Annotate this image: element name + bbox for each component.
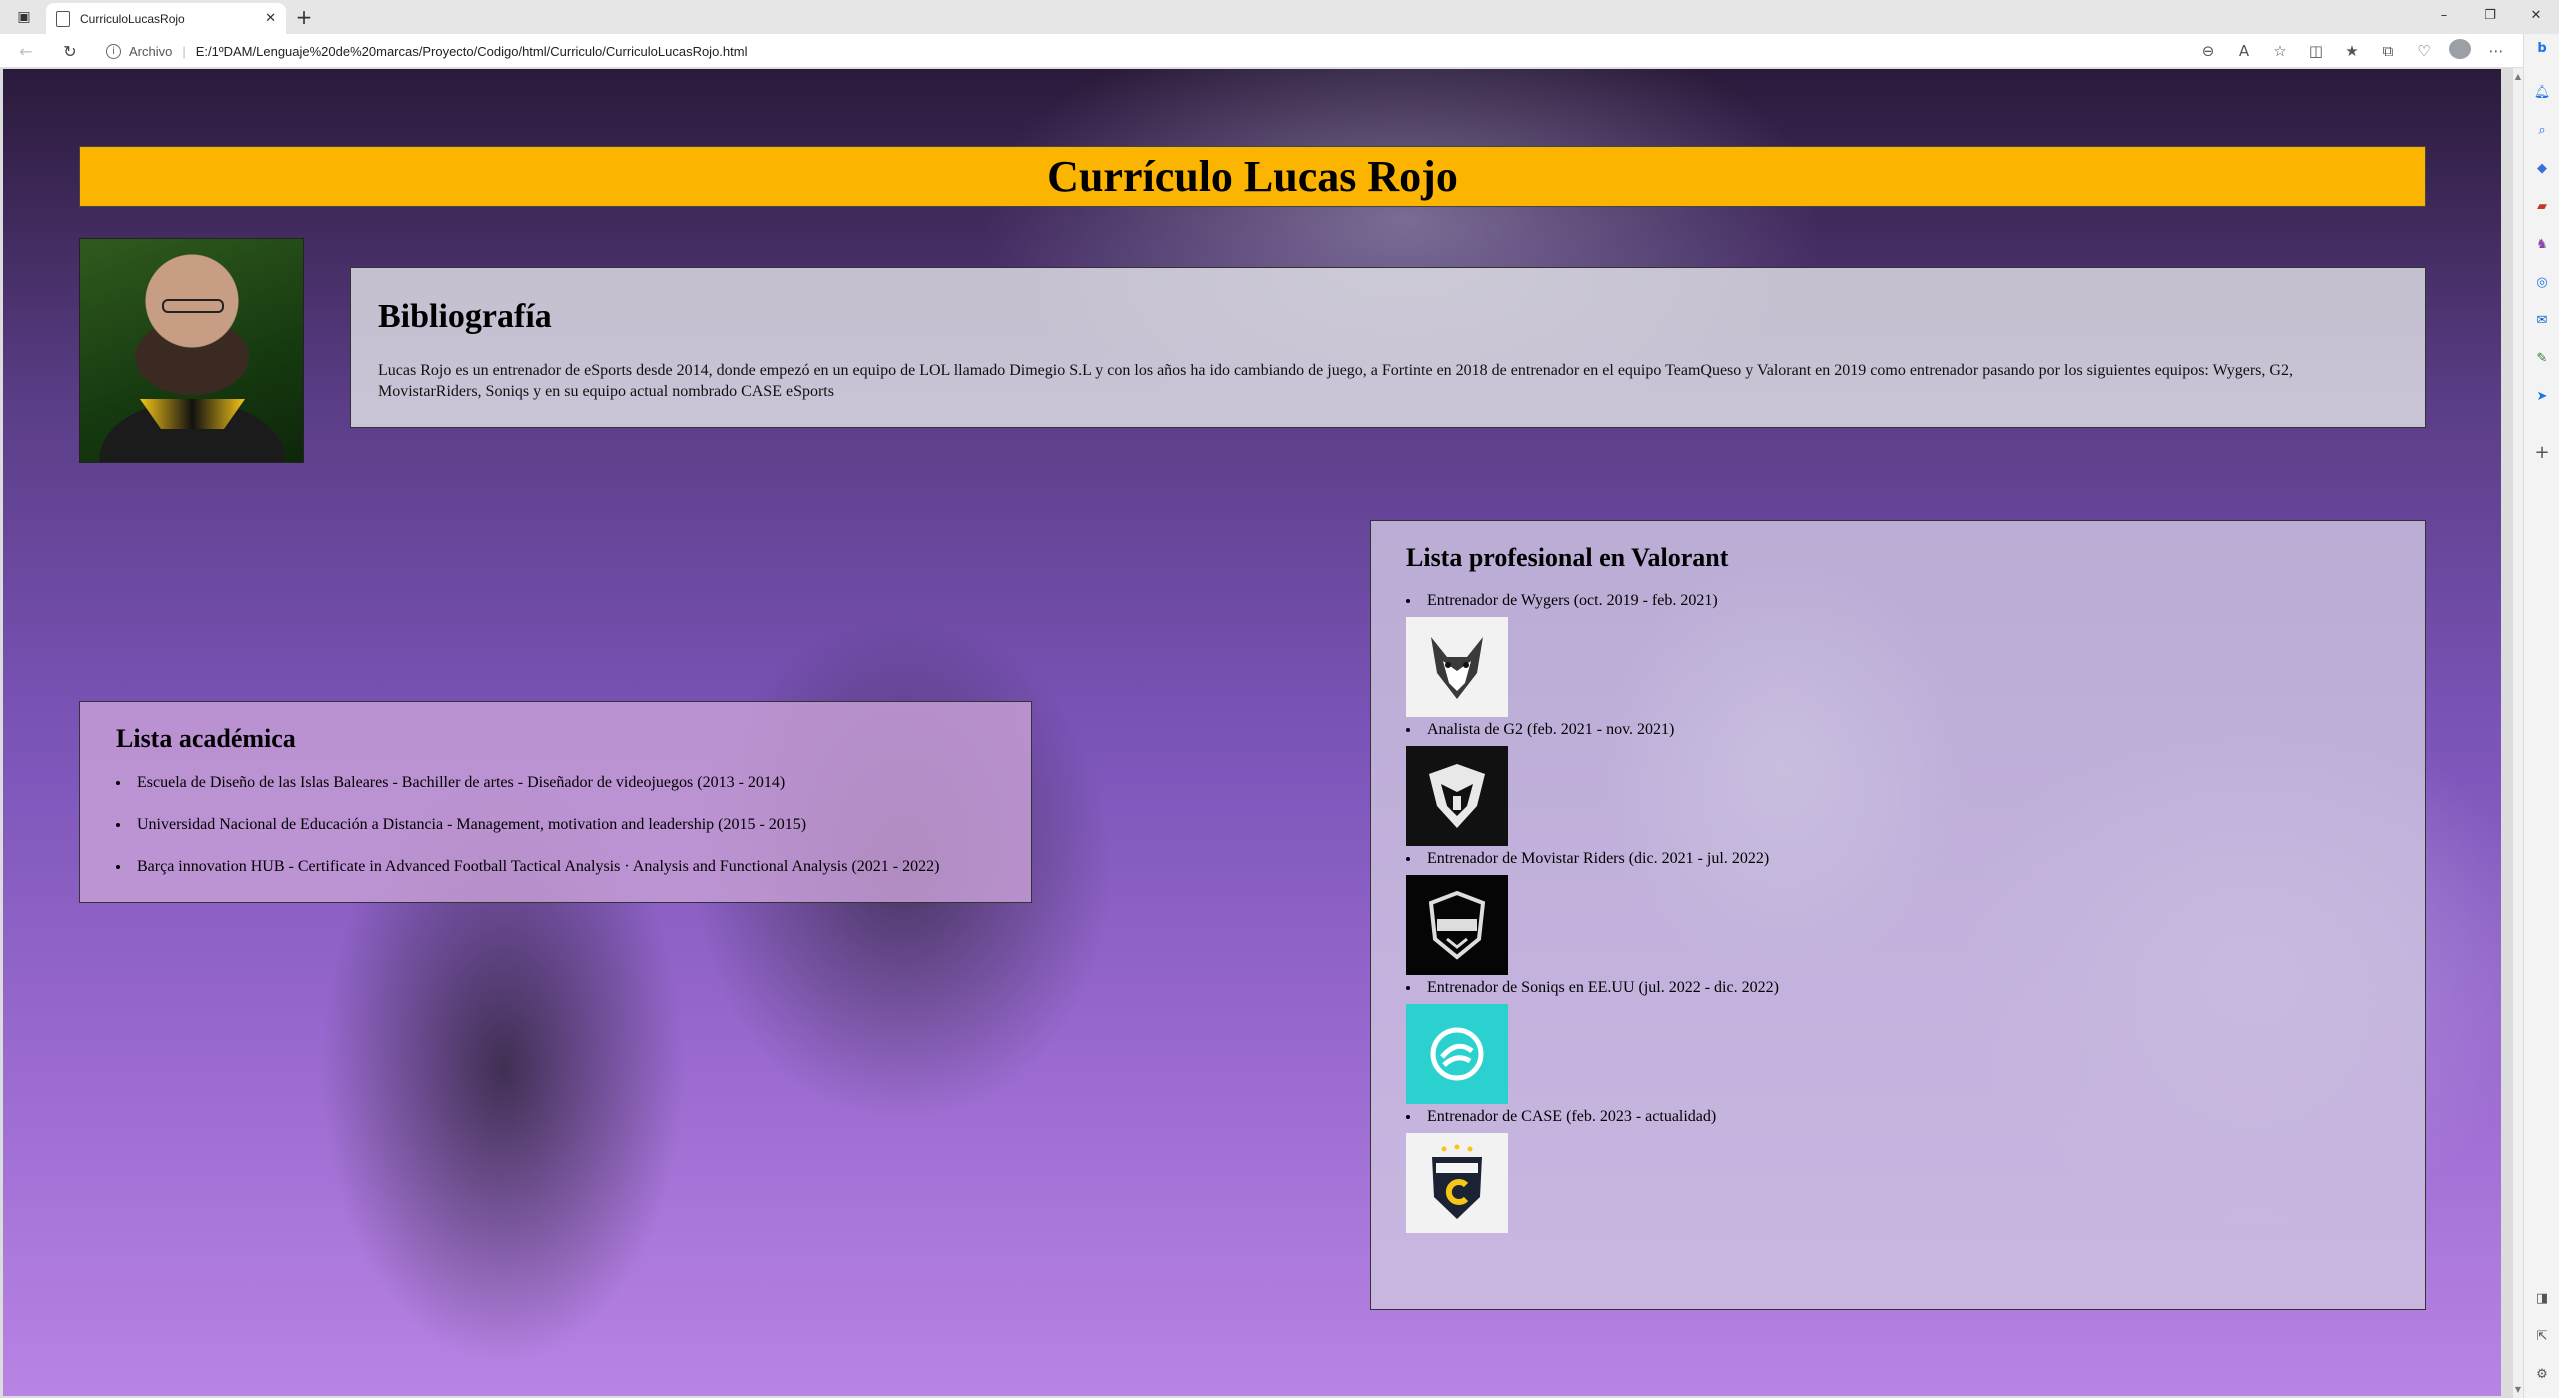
more-options-icon[interactable]: ⋯: [2485, 42, 2507, 60]
zoom-icon[interactable]: ⊖: [2197, 42, 2219, 60]
riders-shield-icon: [1428, 890, 1486, 960]
profile-avatar-icon[interactable]: [2449, 39, 2471, 63]
browser-tab-bar: ▣ CurriculoLucasRojo ✕ + – ❐ ✕: [0, 0, 2559, 34]
academic-list: Escuela de Diseño de las Islas Baleares …: [116, 772, 995, 877]
professional-item-text: Analista de G2 (feb. 2021 - nov. 2021): [1427, 721, 1675, 738]
restore-icon[interactable]: ❐: [2467, 0, 2513, 30]
academic-item: Barça innovation HUB - Certificate in Ad…: [116, 856, 995, 877]
browser-tab[interactable]: CurriculoLucasRojo ✕: [46, 3, 286, 34]
minimize-icon[interactable]: –: [2421, 0, 2467, 30]
professional-item: Entrenador de CASE (feb. 2023 - actualid…: [1406, 1107, 2390, 1233]
profile-photo: [79, 238, 304, 463]
professional-heading: Lista profesional en Valorant: [1406, 543, 1729, 572]
games-icon[interactable]: ♞: [2532, 234, 2552, 254]
jersey-collar-shape: [140, 399, 245, 429]
page-header: Currículo Lucas Rojo: [79, 146, 2426, 207]
professional-item: Entrenador de Soniqs en EE.UU (jul. 2022…: [1406, 978, 2390, 1104]
collections-icon[interactable]: ⧉: [2377, 42, 2399, 60]
read-aloud-icon[interactable]: A: [2233, 42, 2255, 60]
address-bar-actions: ⊖ A ☆ ◫ ★ ⧉ ♡ ⋯: [2197, 39, 2507, 63]
tab-title: CurriculoLucasRojo: [80, 11, 185, 26]
add-sidebar-app-icon[interactable]: +: [2532, 442, 2552, 463]
samurai-icon: [1429, 764, 1485, 828]
professional-section: Lista profesional en Valorant Entrenador…: [1370, 520, 2426, 1310]
new-tab-icon[interactable]: +: [292, 5, 316, 29]
professional-item-text: Entrenador de Soniqs en EE.UU (jul. 2022…: [1427, 979, 1779, 996]
page-favicon-icon: [56, 10, 70, 27]
drop-icon[interactable]: ➤: [2532, 386, 2552, 406]
professional-list: Entrenador de Wygers (oct. 2019 - feb. 2…: [1406, 591, 2390, 1233]
wolf-icon: [1431, 637, 1483, 699]
case-shield-icon: [1432, 1144, 1482, 1219]
back-icon[interactable]: ←: [14, 40, 38, 62]
professional-item: Analista de G2 (feb. 2021 - nov. 2021): [1406, 720, 2390, 846]
browser-essentials-icon[interactable]: ♡: [2413, 42, 2435, 60]
professional-item-text: Entrenador de CASE (feb. 2023 - actualid…: [1427, 1108, 1717, 1125]
window-controls: – ❐ ✕: [2421, 0, 2559, 34]
scroll-up-icon[interactable]: ▲: [2514, 72, 2522, 81]
url-scheme-label: Archivo: [129, 43, 173, 59]
tab-actions-icon[interactable]: ▣: [8, 6, 40, 28]
hide-sidebar-icon[interactable]: ◨: [2532, 1288, 2552, 1308]
edge-sidebar: b 🔔︎ ⌕ ◆ ▰ ♞ ◎ ✉ ✎ ➤ + ◨ ⇱ ⚙: [2523, 34, 2559, 1398]
academic-section: Lista académica Escuela de Diseño de las…: [79, 701, 1032, 903]
case-esports-logo: [1406, 1133, 1508, 1233]
close-window-icon[interactable]: ✕: [2513, 0, 2559, 30]
tools-icon[interactable]: ▰: [2532, 196, 2552, 216]
reload-icon[interactable]: ↻: [58, 40, 82, 62]
academic-heading: Lista académica: [116, 724, 296, 753]
wygers-logo: [1406, 617, 1508, 717]
external-link-icon[interactable]: ⇱: [2532, 1326, 2552, 1346]
office-icon[interactable]: ◎: [2532, 272, 2552, 292]
notifications-icon[interactable]: 🔔︎: [2532, 82, 2552, 102]
page-title: Currículo Lucas Rojo: [1047, 152, 1458, 201]
tab-close-icon[interactable]: ✕: [265, 11, 276, 26]
copilot-icon[interactable]: b: [2532, 38, 2552, 58]
page-viewport: Currículo Lucas Rojo Bibliografía Lucas …: [3, 69, 2501, 1396]
g2-logo: [1406, 746, 1508, 846]
professional-item: Entrenador de Movistar Riders (dic. 2021…: [1406, 849, 2390, 975]
favorite-star-icon[interactable]: ☆: [2269, 42, 2291, 60]
search-icon[interactable]: ⌕: [2532, 120, 2552, 140]
address-bar: ← ↻ i Archivo | E:/1ºDAM/Lenguaje%20de%2…: [0, 34, 2559, 68]
sidebar-settings-icon[interactable]: ⚙: [2532, 1364, 2552, 1384]
bio-section: Bibliografía Lucas Rojo es un entrenador…: [350, 267, 2426, 428]
outlook-icon[interactable]: ✉: [2532, 310, 2552, 330]
shopping-tag-icon[interactable]: ◆: [2532, 158, 2552, 178]
url-field[interactable]: i Archivo | E:/1ºDAM/Lenguaje%20de%20mar…: [106, 39, 747, 63]
designer-icon[interactable]: ✎: [2532, 348, 2552, 368]
academic-item: Universidad Nacional de Educación a Dist…: [116, 814, 995, 835]
movistar-riders-logo: [1406, 875, 1508, 975]
soniqs-wave-icon: [1430, 1027, 1484, 1081]
professional-item-text: Entrenador de Wygers (oct. 2019 - feb. 2…: [1427, 592, 1718, 609]
url-text[interactable]: E:/1ºDAM/Lenguaje%20de%20marcas/Proyecto…: [196, 44, 748, 59]
professional-item-text: Entrenador de Movistar Riders (dic. 2021…: [1427, 850, 1770, 867]
bio-heading: Bibliografía: [378, 298, 552, 335]
soniqs-logo: [1406, 1004, 1508, 1104]
academic-item: Escuela de Diseño de las Islas Baleares …: [116, 772, 995, 793]
professional-item: Entrenador de Wygers (oct. 2019 - feb. 2…: [1406, 591, 2390, 717]
scroll-down-icon[interactable]: ▼: [2514, 1385, 2522, 1394]
url-separator: |: [182, 43, 186, 59]
page-scrollbar[interactable]: ▲ ▼: [2513, 68, 2523, 1398]
bio-text: Lucas Rojo es un entrenador de eSports d…: [378, 362, 2293, 400]
split-screen-icon[interactable]: ◫: [2305, 42, 2327, 60]
glasses-shape: [162, 299, 224, 313]
site-info-icon[interactable]: i: [106, 43, 121, 59]
favorites-icon[interactable]: ★: [2341, 42, 2363, 60]
